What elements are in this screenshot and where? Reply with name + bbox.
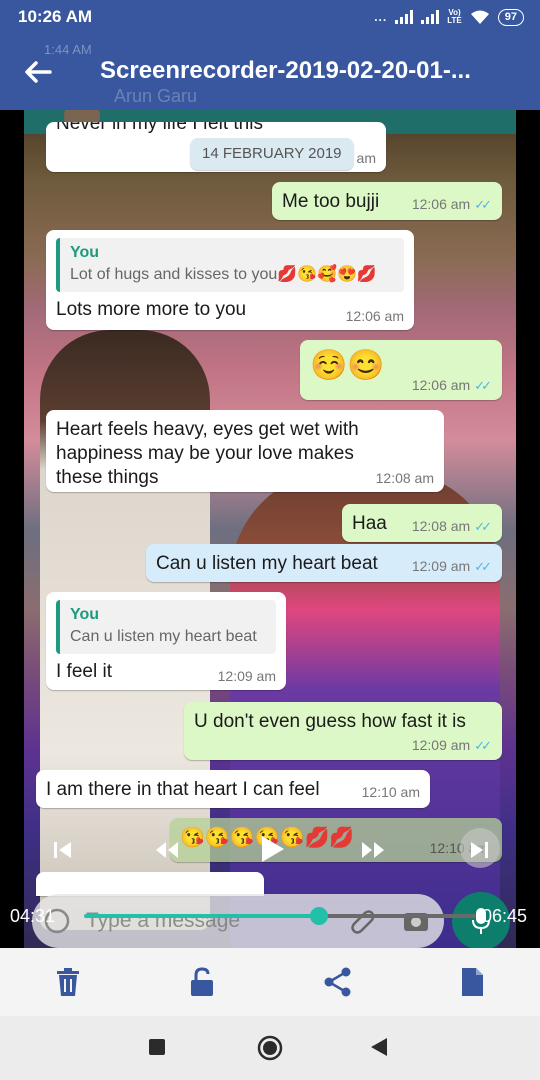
previous-icon[interactable]	[52, 840, 74, 860]
quote-author: You	[70, 606, 100, 623]
recorded-status-time: 1:44 AM	[44, 42, 92, 57]
recorded-input-placeholder: Type a message	[86, 909, 241, 932]
play-icon[interactable]	[258, 834, 286, 864]
message-time: 12:09 am	[217, 668, 276, 684]
signal-icon	[395, 10, 414, 24]
signal-icon-2	[421, 10, 440, 24]
message-text: Never in my life I felt this	[56, 122, 263, 134]
message-emoji: ☺️😊	[310, 349, 385, 382]
wifi-icon	[470, 10, 489, 24]
recorded-attach-icon	[351, 910, 375, 934]
message-text: Lots more more to you	[56, 299, 247, 320]
action-bar	[0, 948, 540, 1016]
message-time: 12:06 am	[345, 308, 404, 324]
message-time: 12:08 am	[411, 518, 471, 534]
message-bubble-out: Haa 12:08 am ✓✓	[342, 504, 502, 542]
current-time: 04:31	[10, 906, 56, 926]
message-bubble-in: I am there in that heart I can feel 12:1…	[36, 770, 430, 808]
quoted-message[interactable]: You Lot of hugs and kisses to you💋😘🥰😍💋	[56, 238, 404, 292]
message-bubble-in: Heart feels heavy, eyes get wet with hap…	[46, 410, 444, 492]
read-ticks-icon: ✓✓	[474, 378, 492, 393]
home-icon[interactable]	[257, 1035, 283, 1061]
message-time: am	[356, 150, 376, 166]
quote-text: Lot of hugs and kisses to you💋😘🥰😍💋	[70, 266, 377, 283]
message-text: U don't even guess how fast it is	[194, 711, 466, 732]
notification-dots: ...	[374, 10, 388, 24]
message-text: I am there in that heart I can feel	[46, 779, 320, 800]
fast-forward-icon[interactable]	[360, 840, 386, 860]
read-ticks-icon: ✓✓	[474, 738, 492, 753]
message-text: Me too bujji	[282, 191, 380, 212]
message-time: 12:08 am	[375, 470, 434, 486]
seek-bar-played[interactable]	[84, 914, 319, 918]
back-icon[interactable]	[370, 1037, 388, 1057]
total-time: 06:45	[482, 906, 528, 926]
seek-knob[interactable]	[310, 907, 328, 925]
message-bubble-out: U don't even guess how fast it is 12:09 …	[184, 702, 502, 760]
date-chip: 14 FEBRUARY 2019	[190, 138, 354, 170]
status-icons: ... Vo) LTE 97	[374, 8, 524, 26]
message-text: Can u listen my heart beat	[156, 553, 378, 574]
unlock-icon[interactable]	[186, 966, 218, 998]
message-time: 12:09 am	[411, 737, 471, 753]
quote-text: Can u listen my heart beat	[70, 628, 257, 645]
battery-icon: 97	[497, 8, 524, 26]
delete-icon[interactable]	[52, 966, 84, 998]
message-bubble-partial	[36, 872, 264, 896]
recents-icon[interactable]	[148, 1038, 166, 1056]
status-time: 10:26 AM	[18, 7, 93, 26]
message-bubble-out: 😘😘😘😘😘💋💋 12:10 am	[170, 818, 502, 862]
seek-bar-remaining[interactable]	[319, 914, 476, 918]
file-icon[interactable]	[456, 966, 488, 998]
message-time: 12:06 am	[411, 196, 471, 212]
recorded-camera-icon	[404, 913, 428, 931]
quote-author: You	[70, 244, 100, 261]
message-time: 12:06 am	[411, 377, 471, 393]
message-bubble-out: Me too bujji 12:06 am ✓✓	[272, 182, 502, 220]
recorded-contact-name: Arun Garu	[114, 86, 198, 106]
read-ticks-icon: ✓✓	[474, 197, 492, 212]
video-title: Screenrecorder-2019-02-20-01-...	[100, 57, 471, 84]
status-bar: 10:26 AM ... Vo) LTE 97	[0, 0, 540, 34]
navigation-bar	[0, 1016, 540, 1080]
message-bubble-out: Can u listen my heart beat 12:09 am ✓✓	[146, 544, 502, 582]
read-ticks-icon: ✓✓	[474, 559, 492, 574]
message-bubble-in: You Lot of hugs and kisses to you💋😘🥰😍💋 L…	[46, 230, 414, 330]
message-text: I feel it	[56, 661, 112, 682]
share-icon[interactable]	[322, 966, 354, 998]
message-time: 12:09 am	[411, 558, 471, 574]
rewind-icon[interactable]	[154, 840, 180, 860]
message-bubble-in: You Can u listen my heart beat I feel it…	[46, 592, 286, 690]
next-icon[interactable]	[468, 840, 490, 860]
message-bubble-out: ☺️😊 12:06 am ✓✓	[300, 340, 502, 400]
volte-icon: Vo) LTE	[447, 8, 462, 25]
quoted-message[interactable]: You Can u listen my heart beat	[56, 600, 276, 654]
message-time: 12:10 am	[361, 784, 420, 800]
message-text: Haa	[352, 513, 387, 534]
read-ticks-icon: ✓✓	[474, 519, 492, 534]
back-arrow-icon[interactable]	[20, 54, 56, 90]
message-text: Heart feels heavy, eyes get wet with hap…	[56, 419, 359, 488]
